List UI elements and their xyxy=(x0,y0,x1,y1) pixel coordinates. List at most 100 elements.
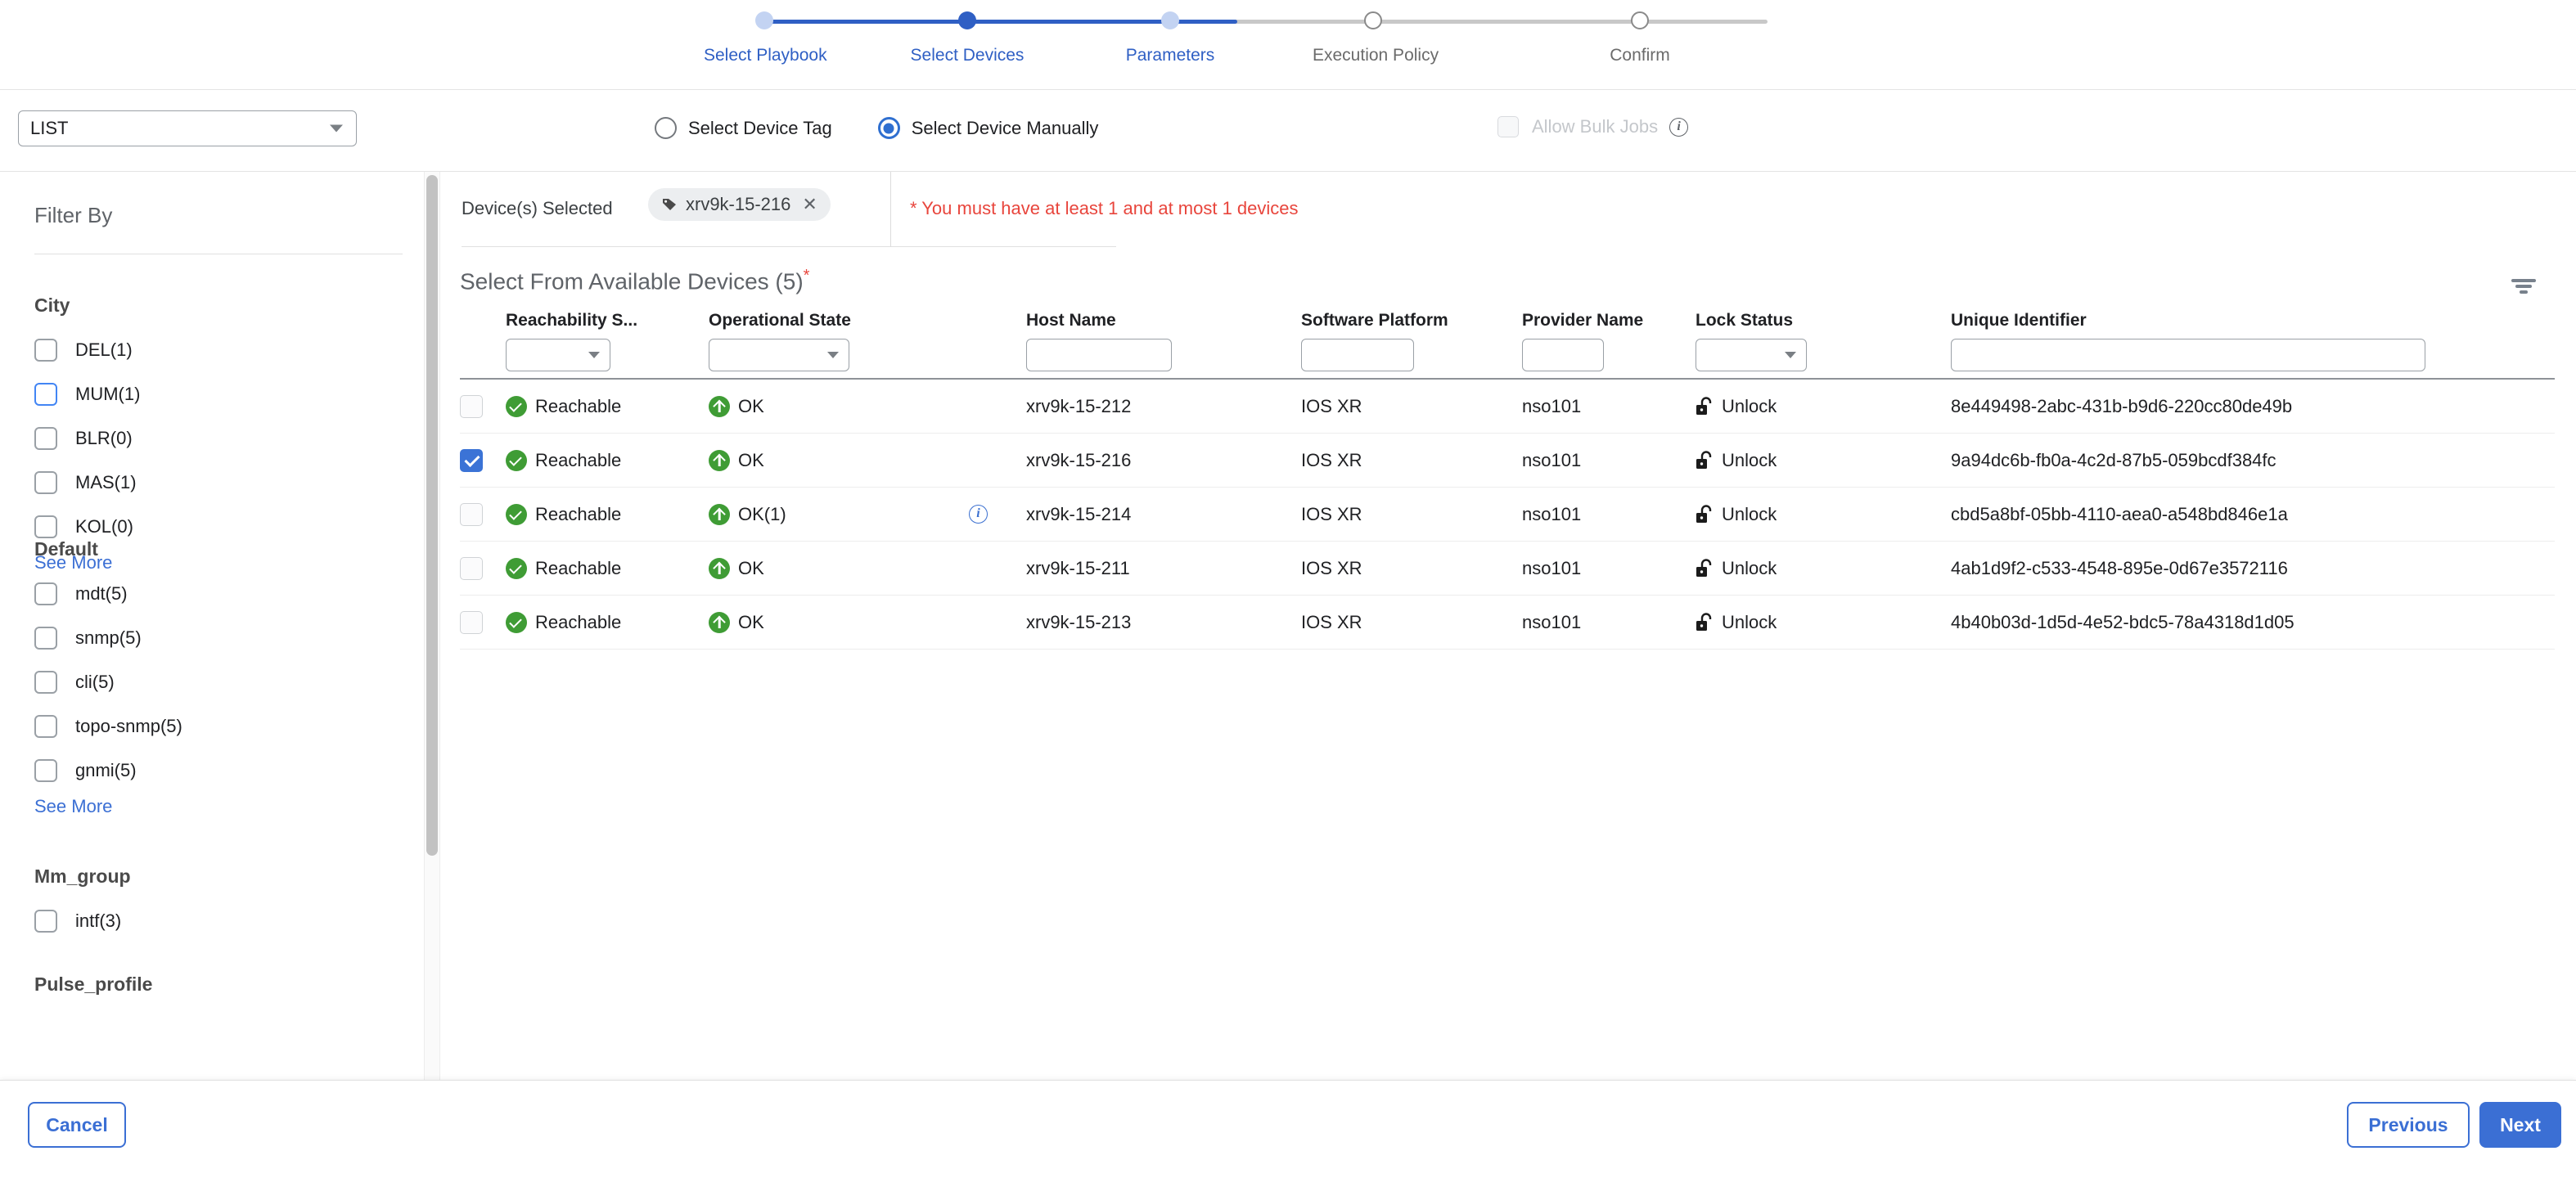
checkbox-kol[interactable] xyxy=(34,515,57,538)
row-select-cell[interactable] xyxy=(460,502,506,526)
radio-select-device-tag[interactable]: Select Device Tag xyxy=(655,117,832,139)
checkbox-mas[interactable] xyxy=(34,471,57,494)
table-row[interactable]: Reachable OK(1) i xrv9k-15-214 IOS XR nso101 U… xyxy=(460,488,2555,542)
facet-item-gnmi[interactable]: gnmi(5) xyxy=(34,749,394,793)
operational-ok-icon xyxy=(709,449,730,471)
list-type-select-value: LIST xyxy=(30,118,69,138)
row-software-platform-value: IOS XR xyxy=(1301,449,1362,470)
reachable-status-icon xyxy=(506,395,527,417)
facet-item-mdt[interactable]: mdt(5) xyxy=(34,572,394,616)
row-reachability-cell: Reachable xyxy=(506,503,709,525)
checkbox-snmp[interactable] xyxy=(34,627,57,650)
table-header-provider-name: Provider Name xyxy=(1522,311,1696,371)
step-select-devices[interactable]: Select Devices xyxy=(907,11,1028,65)
facet-item-mum[interactable]: MUM(1) xyxy=(34,372,394,416)
row-unique-identifier-value: cbd5a8bf-05bb-4110-aea0-a548bd846e1a xyxy=(1951,503,2288,524)
sidebar-scrollbar-thumb[interactable] xyxy=(426,175,438,856)
step-execution-policy[interactable]: Execution Policy xyxy=(1313,11,1439,65)
facet-item-snmp[interactable]: snmp(5) xyxy=(34,616,394,660)
checkbox-topo-snmp[interactable] xyxy=(34,715,57,738)
facet-item-blr[interactable]: BLR(0) xyxy=(34,416,394,461)
step-confirm[interactable]: Confirm xyxy=(1579,11,1700,65)
row-checkbox[interactable] xyxy=(460,502,483,526)
checkbox-mdt[interactable] xyxy=(34,582,57,605)
checkbox-intf[interactable] xyxy=(34,910,57,933)
selected-devices-row: Device(s) Selected xrv9k-15-216 ✕ * You … xyxy=(442,172,2576,247)
close-icon[interactable]: ✕ xyxy=(802,194,817,215)
filter-select-lock-status[interactable] xyxy=(1696,339,1807,371)
previous-button[interactable]: Previous xyxy=(2347,1102,2470,1148)
row-host-name-value: xrv9k-15-214 xyxy=(1026,503,1132,524)
filter-input-host-name[interactable] xyxy=(1026,339,1172,371)
filter-input-software-platform[interactable] xyxy=(1301,339,1414,371)
row-checkbox[interactable] xyxy=(460,556,483,580)
table-row[interactable]: Reachable OK xrv9k-15-211 IOS XR nso101 Unloc… xyxy=(460,542,2555,596)
row-select-cell[interactable] xyxy=(460,556,506,580)
row-host-name-cell: xrv9k-15-212 xyxy=(1026,396,1301,417)
checkbox-del[interactable] xyxy=(34,339,57,362)
wizard-stepper: Select Playbook Select Devices Parameter… xyxy=(704,11,1866,77)
radio-select-device-manually[interactable]: Select Device Manually xyxy=(877,117,1099,139)
row-unique-identifier-value: 9a94dc6b-fb0a-4c2d-87b5-059bcdf384fc xyxy=(1951,449,2277,470)
row-select-cell[interactable] xyxy=(460,448,506,472)
selected-device-chip[interactable]: xrv9k-15-216 ✕ xyxy=(648,188,831,221)
facet-label-blr: BLR(0) xyxy=(75,428,133,448)
step-dot-parameters xyxy=(1161,11,1179,29)
next-button[interactable]: Next xyxy=(2479,1102,2561,1148)
radio-icon-select-device-manually xyxy=(877,117,900,139)
step-label-execution-policy: Execution Policy xyxy=(1313,46,1439,65)
cancel-button[interactable]: Cancel xyxy=(28,1102,126,1148)
row-lock-status-value: Unlock xyxy=(1722,557,1777,578)
checkbox-blr[interactable] xyxy=(34,427,57,450)
row-lock-status-value: Unlock xyxy=(1722,503,1777,524)
facet-item-intf[interactable]: intf(3) xyxy=(34,899,394,943)
see-more-default[interactable]: See More xyxy=(34,796,394,817)
row-reachability-cell: Reachable xyxy=(506,557,709,579)
reachable-status-icon xyxy=(506,503,527,525)
radio-label-select-device-manually: Select Device Manually xyxy=(911,117,1099,138)
facet-item-cli[interactable]: cli(5) xyxy=(34,660,394,704)
table-header-host-name: Host Name xyxy=(1026,311,1301,371)
step-parameters[interactable]: Parameters xyxy=(1110,11,1231,65)
facet-item-mas[interactable]: MAS(1) xyxy=(34,461,394,505)
facet-item-topo-snmp[interactable]: topo-snmp(5) xyxy=(34,704,394,749)
checkbox-cli[interactable] xyxy=(34,671,57,694)
filter-input-provider-name[interactable] xyxy=(1522,339,1604,371)
facet-item-del[interactable]: DEL(1) xyxy=(34,328,394,372)
checkbox-gnmi[interactable] xyxy=(34,759,57,782)
row-checkbox[interactable] xyxy=(460,610,483,634)
selected-device-chip-label: xrv9k-15-216 xyxy=(686,194,791,214)
row-reachability-cell: Reachable xyxy=(506,611,709,633)
filter-input-unique-identifier[interactable] xyxy=(1951,339,2425,371)
row-checkbox[interactable] xyxy=(460,448,483,472)
options-bar xyxy=(0,90,2576,172)
unlock-icon xyxy=(1696,504,1714,524)
info-icon[interactable]: i xyxy=(969,505,988,524)
table-row[interactable]: Reachable OK xrv9k-15-216 IOS XR nso101 Unloc… xyxy=(460,434,2555,488)
table-header-label-operational-state: Operational State xyxy=(709,311,851,330)
filter-select-reachability[interactable] xyxy=(506,339,610,371)
row-provider-name-value: nso101 xyxy=(1522,449,1582,470)
unlock-icon xyxy=(1696,450,1714,470)
step-select-playbook[interactable]: Select Playbook xyxy=(704,11,827,65)
row-lock-status-value: Unlock xyxy=(1722,611,1777,632)
filter-select-operational-state[interactable] xyxy=(709,339,849,371)
table-row[interactable]: Reachable OK xrv9k-15-213 IOS XR nso101 Unloc… xyxy=(460,596,2555,650)
list-type-select[interactable]: LIST xyxy=(18,110,357,146)
row-select-cell[interactable] xyxy=(460,610,506,634)
row-unique-identifier-cell: 9a94dc6b-fb0a-4c2d-87b5-059bcdf384fc xyxy=(1951,450,2524,471)
operational-ok-icon xyxy=(709,503,730,525)
row-operational-state-value: OK xyxy=(738,611,764,632)
table-header-checkbox xyxy=(460,311,506,371)
row-host-name-value: xrv9k-15-212 xyxy=(1026,395,1132,416)
row-checkbox[interactable] xyxy=(460,394,483,418)
row-select-cell[interactable] xyxy=(460,394,506,418)
row-software-platform-cell: IOS XR xyxy=(1301,558,1522,579)
facet-title-pulse-profile: Pulse_profile xyxy=(34,973,153,995)
facet-title-default: Default xyxy=(34,538,98,560)
checkbox-mum[interactable] xyxy=(34,383,57,406)
table-row[interactable]: Reachable OK xrv9k-15-212 IOS XR nso101 Unloc… xyxy=(460,380,2555,434)
info-icon[interactable]: i xyxy=(1669,117,1689,137)
filter-icon[interactable] xyxy=(2509,275,2538,302)
row-host-name-cell: xrv9k-15-211 xyxy=(1026,558,1301,579)
